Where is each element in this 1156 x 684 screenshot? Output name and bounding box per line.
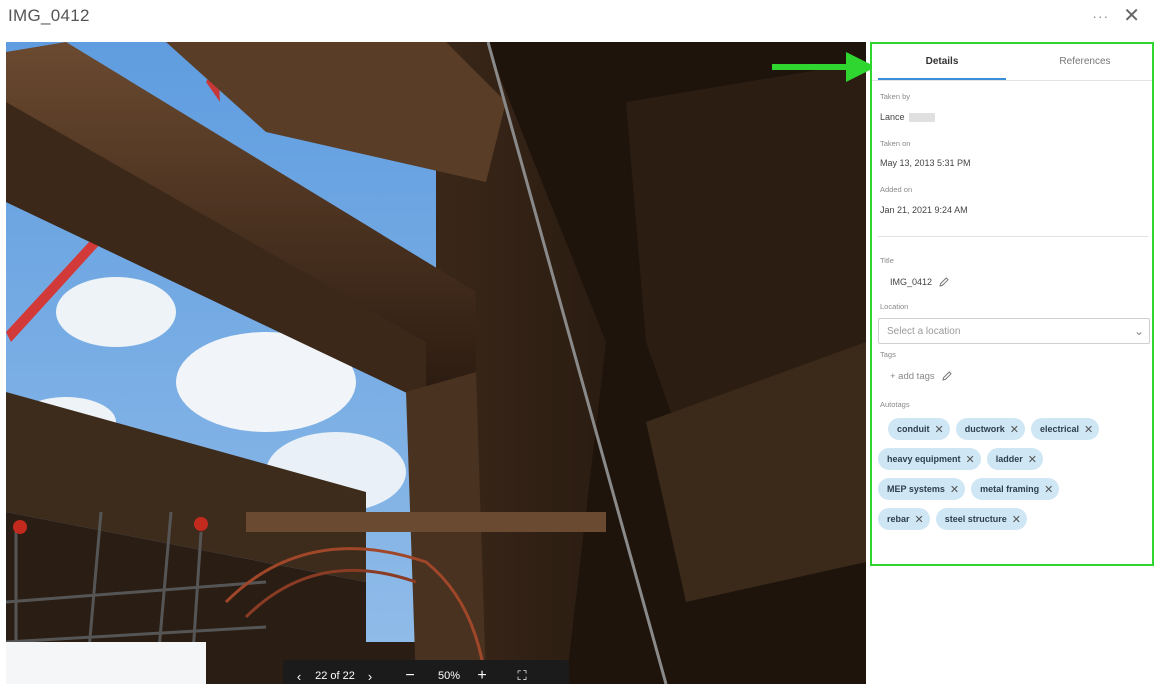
- edit-title-pencil-icon[interactable]: [938, 276, 950, 288]
- add-tags-text: + add tags: [890, 370, 935, 382]
- location-label: Location: [880, 302, 909, 311]
- remove-tag-icon[interactable]: ✕: [1044, 483, 1053, 496]
- autotag-chip[interactable]: rebar ✕: [878, 508, 930, 530]
- details-panel: Details References Taken by Lance Taken …: [870, 42, 1154, 566]
- tags-label: Tags: [880, 350, 896, 359]
- remove-tag-icon[interactable]: ✕: [935, 423, 944, 436]
- edit-tags-pencil-icon[interactable]: [941, 370, 953, 382]
- autotags-list: conduit ✕ ductwork ✕ electrical ✕ heavy equ…: [878, 418, 1150, 538]
- title-label: Title: [880, 256, 894, 265]
- remove-tag-icon[interactable]: ✕: [1012, 513, 1021, 526]
- title-field[interactable]: IMG_0412: [890, 276, 950, 288]
- autotag-label: heavy equipment: [887, 454, 961, 464]
- tab-details[interactable]: Details: [878, 56, 1006, 80]
- taken-on-label: Taken on: [880, 139, 911, 148]
- zoom-out-button[interactable]: −: [391, 667, 429, 684]
- chevron-down-icon: ⌄: [1133, 324, 1145, 338]
- taken-on-value: May 13, 2013 5:31 PM: [880, 158, 971, 168]
- header-bar: IMG_0412 ··· ✕: [0, 0, 1156, 40]
- autotag-chip[interactable]: conduit ✕: [888, 418, 950, 440]
- zoom-level: 50%: [437, 670, 461, 682]
- add-tags-button[interactable]: + add tags: [890, 370, 953, 382]
- autotag-chip[interactable]: ladder ✕: [986, 448, 1043, 470]
- green-arrow-icon: [772, 52, 876, 82]
- location-placeholder: Select a location: [887, 325, 961, 337]
- autotag-label: ductwork: [964, 424, 1005, 434]
- previous-photo-button[interactable]: ‹: [283, 669, 315, 684]
- remove-tag-icon[interactable]: ✕: [950, 483, 959, 496]
- location-select[interactable]: Select a location ⌄: [878, 318, 1150, 344]
- photo-title: IMG_0412: [8, 6, 90, 25]
- autotag-chip[interactable]: steel structure ✕: [935, 508, 1027, 530]
- taken-by-value: Lance: [880, 112, 935, 123]
- divider: [878, 236, 1148, 237]
- autotag-label: metal framing: [980, 484, 1040, 494]
- next-photo-button[interactable]: ›: [355, 669, 385, 684]
- autotag-chip[interactable]: heavy equipment ✕: [878, 448, 981, 470]
- fullscreen-button[interactable]: ⛶: [495, 668, 549, 684]
- close-icon[interactable]: ✕: [1123, 6, 1140, 26]
- remove-tag-icon[interactable]: ✕: [966, 453, 975, 466]
- construction-photo: [6, 42, 866, 684]
- added-on-value: Jan 21, 2021 9:24 AM: [880, 205, 968, 215]
- photo-counter: 22 of 22: [315, 670, 355, 682]
- autotag-label: MEP systems: [887, 484, 945, 494]
- added-on-label: Added on: [880, 185, 913, 194]
- autotags-label: Autotags: [880, 400, 910, 409]
- remove-tag-icon[interactable]: ✕: [1028, 453, 1037, 466]
- autotag-label: conduit: [897, 424, 930, 434]
- title-value: IMG_0412: [890, 277, 933, 287]
- remove-tag-icon[interactable]: ✕: [915, 513, 924, 526]
- header-actions: ··· ✕: [1092, 6, 1140, 26]
- more-options-icon[interactable]: ···: [1092, 8, 1109, 24]
- autotag-chip[interactable]: metal framing ✕: [971, 478, 1060, 500]
- autotag-label: ladder: [995, 454, 1023, 464]
- zoom-in-button[interactable]: +: [469, 667, 495, 684]
- viewer-toolbar: ‹ 22 of 22 › − 50% + ⛶: [283, 660, 569, 684]
- panel-tabs: Details References: [872, 44, 1152, 81]
- taken-by-label: Taken by: [880, 92, 911, 101]
- photo-viewer[interactable]: ‹ 22 of 22 › − 50% + ⛶: [6, 42, 866, 684]
- autotag-label: rebar: [887, 514, 910, 524]
- autotag-chip[interactable]: electrical ✕: [1030, 418, 1100, 440]
- remove-tag-icon[interactable]: ✕: [1084, 423, 1093, 436]
- redacted-surname: [908, 113, 935, 123]
- tab-references[interactable]: References: [1018, 56, 1152, 67]
- autotag-chip[interactable]: ductwork ✕: [955, 418, 1025, 440]
- autotag-label: electrical: [1039, 424, 1079, 434]
- autotag-label: steel structure: [944, 514, 1007, 524]
- autotag-chip[interactable]: MEP systems ✕: [878, 478, 966, 500]
- taken-by-name: Lance: [880, 112, 905, 122]
- remove-tag-icon[interactable]: ✕: [1010, 423, 1019, 436]
